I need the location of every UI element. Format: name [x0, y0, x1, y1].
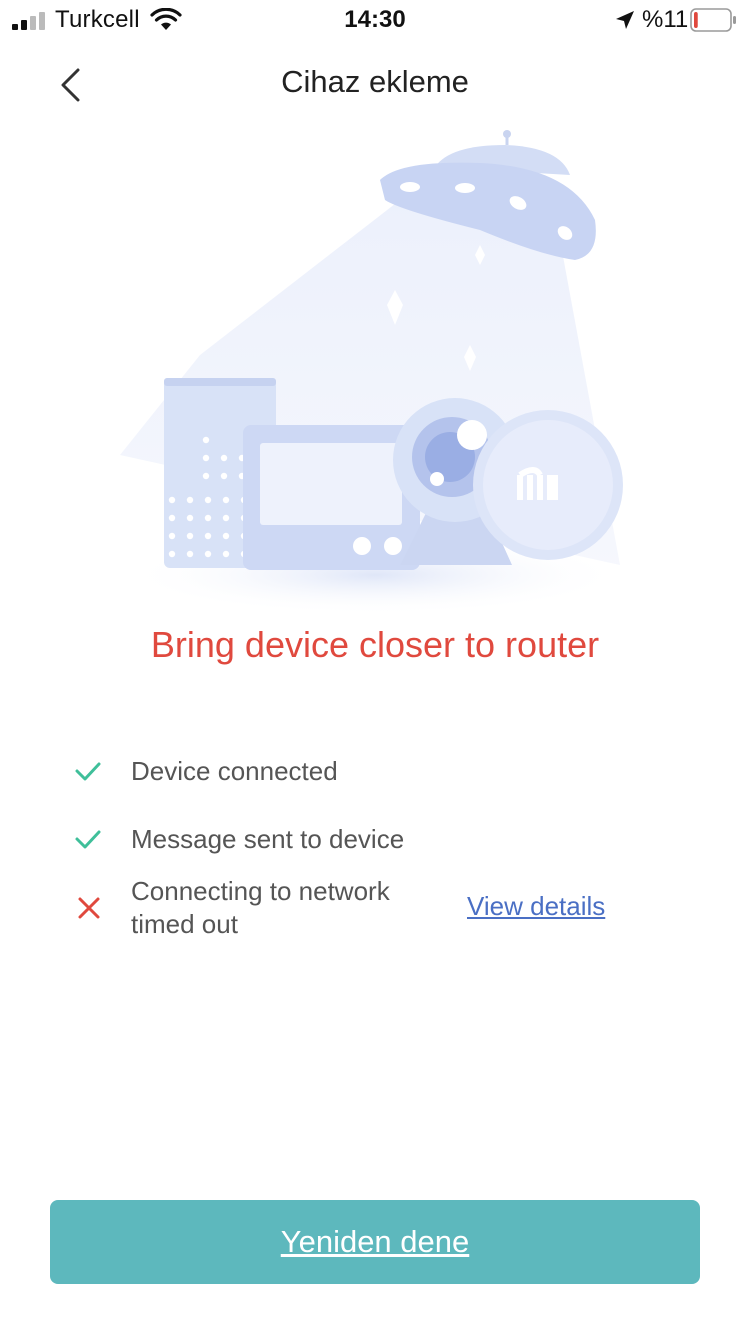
speaker-grille-dot	[220, 454, 228, 462]
speaker-grille-dot	[186, 496, 194, 504]
check-icon	[75, 830, 101, 849]
speaker-grille-dot	[204, 514, 212, 522]
speaker-grille-dot	[202, 436, 210, 444]
step-network-timeout-line2: timed out	[131, 909, 238, 939]
retry-button-label: Yeniden dene	[280, 1224, 470, 1259]
speaker-grille-dot	[222, 514, 230, 522]
step-device-connected: Device connected	[131, 756, 338, 786]
mi-disc-device	[473, 410, 623, 560]
step-network-timeout: Connecting to network timed out	[131, 875, 390, 941]
battery-icon	[690, 8, 736, 32]
speaker-grille-dot	[186, 532, 194, 540]
speaker-grille-dot	[202, 454, 210, 462]
display-device	[243, 425, 420, 570]
location-arrow-icon	[616, 11, 634, 29]
clock: 14:30	[344, 6, 406, 33]
speaker-grille-dot	[168, 496, 176, 504]
battery-percent: %11	[642, 6, 689, 33]
speaker-grille-dot	[168, 514, 176, 522]
speaker-grille-dot	[204, 496, 212, 504]
error-headline: Bring device closer to router	[150, 624, 600, 665]
speaker-grille-dot	[168, 550, 176, 558]
speaker-grille-dot	[186, 514, 194, 522]
step-message-sent: Message sent to device	[131, 824, 405, 854]
speaker-grille-dot	[222, 532, 230, 540]
device-add-screen: Turkcell 14:30 %11 Cihaz ekleme Bring de…	[0, 0, 750, 1334]
retry-button[interactable]: Yeniden dene	[50, 1200, 700, 1284]
speaker-grille-dot	[202, 472, 210, 480]
device-illustration	[120, 130, 625, 615]
speaker-grille-dot	[204, 550, 212, 558]
cross-icon	[78, 897, 100, 919]
speaker-grille-dot	[220, 472, 228, 480]
speaker-grille-dot	[204, 532, 212, 540]
check-icon	[75, 762, 101, 781]
speaker-grille-dot	[222, 550, 230, 558]
view-details-link[interactable]: View details	[467, 890, 605, 923]
speaker-grille-dot	[222, 496, 230, 504]
speaker-grille-dot	[168, 532, 176, 540]
page-title: Cihaz ekleme	[281, 64, 469, 99]
status-bar: Turkcell 14:30 %11	[0, 0, 750, 40]
speaker-grille-dot	[186, 550, 194, 558]
step-network-timeout-line1: Connecting to network	[131, 876, 390, 906]
